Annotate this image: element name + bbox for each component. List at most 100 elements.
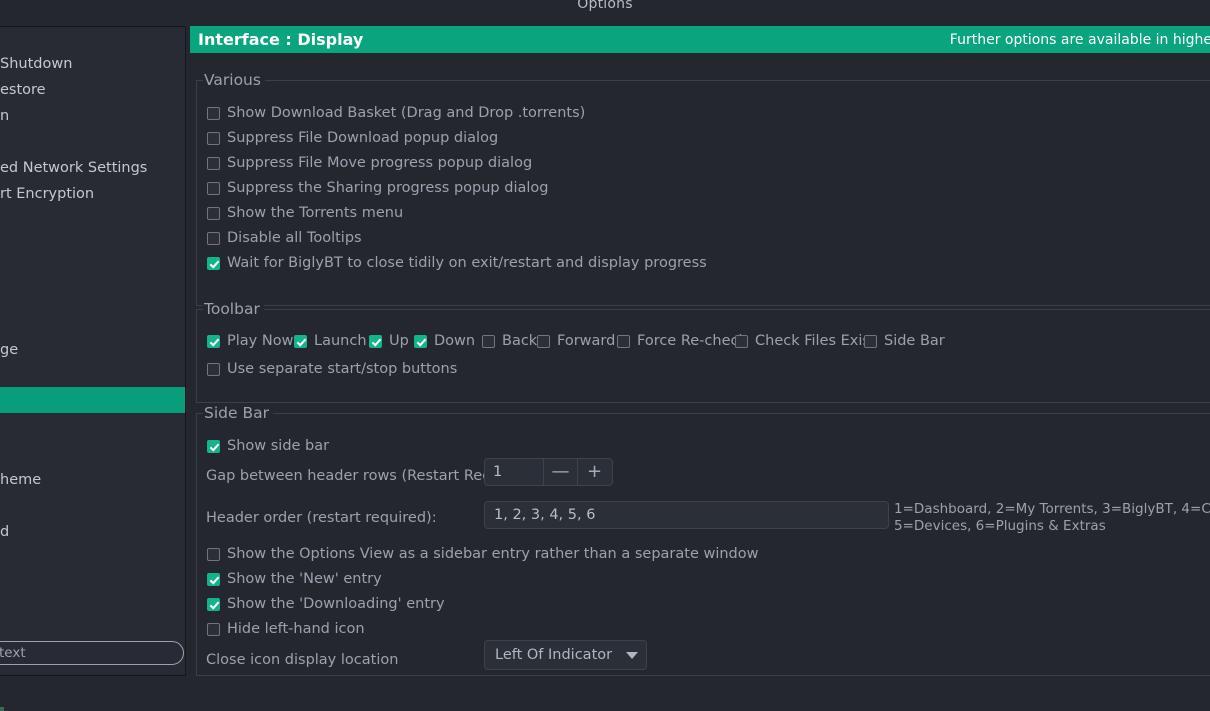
- checkbox-icon[interactable]: [207, 334, 220, 348]
- checkbox-label: Show the Torrents menu: [227, 205, 404, 221]
- sidebar-item-theme[interactable]: heme: [0, 467, 185, 493]
- checkbox-icon[interactable]: [207, 106, 220, 120]
- group-various: Various Show Download Basket (Drag and D…: [196, 70, 1210, 306]
- checkbox-icon[interactable]: [207, 439, 220, 453]
- checkbox-show-downloading-entry[interactable]: Show the 'Downloading' entry: [207, 596, 445, 612]
- stepper-increment-button[interactable]: +: [577, 459, 611, 485]
- checkbox-icon[interactable]: [735, 334, 748, 348]
- checkbox-label: Up: [389, 333, 409, 349]
- page-title: Interface : Display: [198, 30, 364, 49]
- checkbox-label: Down: [434, 333, 476, 349]
- checkbox-label: Wait for BiglyBT to close tidily on exit…: [227, 255, 707, 271]
- options-content-pane: Interface : Display Further options are …: [188, 26, 1210, 676]
- group-toolbar: Toolbar Play Now Launch Up Down Back For…: [196, 299, 1210, 403]
- checkbox-icon[interactable]: [414, 334, 427, 348]
- checkbox-show-options-view-as-sidebar-entry[interactable]: Show the Options View as a sidebar entry…: [207, 546, 758, 562]
- checkbox-icon[interactable]: [207, 156, 220, 170]
- checkbox-icon[interactable]: [207, 256, 220, 270]
- sidebar-item-shutdown[interactable]: Shutdown: [0, 51, 185, 77]
- checkbox-label: Disable all Tooltips: [227, 230, 362, 246]
- checkbox-toolbar-up[interactable]: Up: [369, 333, 409, 349]
- checkbox-label: Back: [502, 333, 538, 349]
- header-order-input[interactable]: 1, 2, 3, 4, 5, 6: [484, 501, 889, 529]
- header-order-label: Header order (restart required):: [206, 510, 437, 526]
- gap-between-header-rows-stepper[interactable]: 1 — +: [484, 458, 613, 486]
- checkbox-toolbar-play-now[interactable]: Play Now: [207, 333, 293, 349]
- page-header-banner: Interface : Display Further options are …: [190, 26, 1210, 53]
- checkbox-icon[interactable]: [864, 334, 877, 348]
- checkbox-icon[interactable]: [537, 334, 550, 348]
- checkbox-label: Check Files Exist: [755, 333, 876, 349]
- checkbox-disable-all-tooltips[interactable]: Disable all Tooltips: [207, 230, 362, 246]
- close-icon-display-location-dropdown[interactable]: Left Of Indicator: [484, 640, 647, 670]
- checkbox-label: Show the 'New' entry: [227, 571, 382, 587]
- checkbox-label: Play Now: [227, 333, 294, 349]
- header-order-hint-line-1: 1=Dashboard, 2=My Torrents, 3=BiglyBT, 4…: [894, 501, 1210, 517]
- checkbox-use-separate-start-stop-buttons[interactable]: Use separate start/stop buttons: [207, 361, 457, 377]
- options-window: Options Shutdown estore n ed Network Set…: [0, 0, 1210, 711]
- options-sidebar: Shutdown estore n ed Network Settings rt…: [0, 26, 186, 676]
- checkbox-icon[interactable]: [207, 547, 220, 561]
- checkbox-icon[interactable]: [207, 362, 220, 376]
- checkbox-icon[interactable]: [207, 597, 220, 611]
- window-title: Options: [577, 0, 633, 12]
- close-icon-display-location-label: Close icon display location: [206, 652, 399, 668]
- header-order-hint-line-2: 5=Devices, 6=Plugins & Extras: [894, 518, 1106, 534]
- checkbox-show-torrents-menu[interactable]: Show the Torrents menu: [207, 205, 403, 221]
- window-corner-accent: [0, 707, 4, 711]
- checkbox-icon[interactable]: [294, 334, 307, 348]
- sidebar-item-encryption[interactable]: rt Encryption: [0, 181, 185, 207]
- sidebar-search-input[interactable]: text: [0, 641, 184, 665]
- page-header-note: Further options are available in highe: [949, 31, 1210, 48]
- group-side-bar-legend: Side Bar: [203, 403, 273, 423]
- checkbox-show-new-entry[interactable]: Show the 'New' entry: [207, 571, 382, 587]
- sidebar-item-n[interactable]: n: [0, 103, 185, 129]
- checkbox-suppress-sharing-popup[interactable]: Suppress the Sharing progress popup dial…: [207, 180, 548, 196]
- checkbox-label: Suppress the Sharing progress popup dial…: [227, 180, 549, 196]
- group-side-bar: Side Bar Show side bar Gap between heade…: [196, 403, 1210, 676]
- sidebar-item-restore[interactable]: estore: [0, 77, 185, 103]
- checkbox-hide-left-hand-icon[interactable]: Hide left-hand icon: [207, 621, 365, 637]
- checkbox-toolbar-force-recheck[interactable]: Force Re-check: [617, 333, 747, 349]
- sidebar-item-network-settings[interactable]: ed Network Settings: [0, 155, 185, 181]
- checkbox-toolbar-back[interactable]: Back: [482, 333, 537, 349]
- group-various-legend: Various: [203, 70, 265, 90]
- checkbox-icon[interactable]: [207, 572, 220, 586]
- checkbox-icon[interactable]: [617, 334, 630, 348]
- group-toolbar-legend: Toolbar: [203, 299, 264, 319]
- checkbox-icon[interactable]: [207, 622, 220, 636]
- checkbox-show-download-basket[interactable]: Show Download Basket (Drag and Drop .tor…: [207, 105, 585, 121]
- sidebar-item-display-selected[interactable]: [0, 387, 185, 413]
- stepper-decrement-button[interactable]: —: [543, 459, 577, 485]
- checkbox-label: Launch: [314, 333, 367, 349]
- checkbox-icon[interactable]: [482, 334, 495, 348]
- checkbox-label: Hide left-hand icon: [227, 621, 365, 637]
- checkbox-show-side-bar[interactable]: Show side bar: [207, 438, 329, 454]
- checkbox-label: Show Download Basket (Drag and Drop .tor…: [227, 105, 586, 121]
- checkbox-wait-for-biglybt-close[interactable]: Wait for BiglyBT to close tidily on exit…: [207, 255, 707, 271]
- checkbox-label: Force Re-check: [637, 333, 747, 349]
- checkbox-suppress-file-move-popup[interactable]: Suppress File Move progress popup dialog: [207, 155, 532, 171]
- dropdown-selected-value: Left Of Indicator: [495, 647, 613, 663]
- checkbox-icon[interactable]: [207, 181, 220, 195]
- stepper-value[interactable]: 1: [485, 459, 543, 485]
- checkbox-toolbar-side-bar[interactable]: Side Bar: [864, 333, 945, 349]
- checkbox-label: Show the 'Downloading' entry: [227, 596, 445, 612]
- checkbox-label: Use separate start/stop buttons: [227, 361, 458, 377]
- checkbox-label: Show side bar: [227, 438, 330, 454]
- chevron-down-icon[interactable]: [626, 651, 639, 659]
- checkbox-toolbar-launch[interactable]: Launch: [294, 333, 367, 349]
- checkbox-label: Suppress File Move progress popup dialog: [227, 155, 533, 171]
- checkbox-icon[interactable]: [207, 131, 220, 145]
- checkbox-label: Forward: [557, 333, 616, 349]
- sidebar-item-d[interactable]: d: [0, 519, 185, 545]
- checkbox-icon[interactable]: [369, 334, 382, 348]
- checkbox-suppress-file-download-popup[interactable]: Suppress File Download popup dialog: [207, 130, 498, 146]
- checkbox-toolbar-down[interactable]: Down: [414, 333, 475, 349]
- checkbox-label: Suppress File Download popup dialog: [227, 130, 499, 146]
- checkbox-icon[interactable]: [207, 231, 220, 245]
- checkbox-toolbar-forward[interactable]: Forward: [537, 333, 615, 349]
- checkbox-icon[interactable]: [207, 206, 220, 220]
- checkbox-toolbar-check-files-exist[interactable]: Check Files Exist: [735, 333, 876, 349]
- sidebar-item-ge[interactable]: ge: [0, 337, 185, 363]
